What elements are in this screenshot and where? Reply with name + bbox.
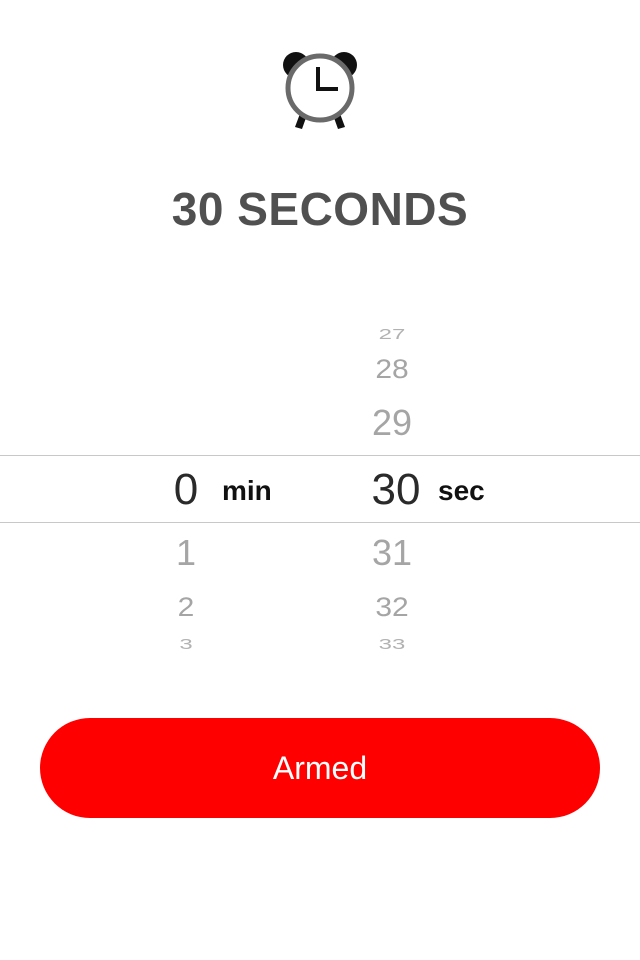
armed-button[interactable]: Armed — [40, 718, 600, 818]
duration-title: 30 SECONDS — [171, 183, 469, 235]
minutes-row[interactable]: 1 — [160, 535, 212, 571]
alarm-clock-icon — [283, 52, 357, 129]
selection-band — [0, 455, 640, 523]
minutes-row[interactable]: 2 — [160, 594, 212, 622]
seconds-row[interactable]: 33 — [360, 638, 424, 652]
seconds-row[interactable]: 32 — [360, 594, 424, 622]
seconds-unit-label: sec — [438, 475, 485, 506]
minutes-unit-label: min — [222, 475, 272, 506]
seconds-row[interactable]: 28 — [360, 356, 424, 384]
seconds-selected-value[interactable]: 30 — [360, 468, 432, 512]
seconds-row[interactable]: 31 — [360, 535, 424, 571]
duration-picker[interactable]: 0 min 1 2 3 27 28 29 30 sec 31 32 33 — [0, 305, 640, 670]
minutes-row[interactable]: 3 — [160, 638, 212, 652]
seconds-row[interactable]: 27 — [360, 327, 424, 342]
seconds-row[interactable]: 29 — [360, 405, 424, 441]
minutes-selected-value[interactable]: 0 — [160, 468, 212, 512]
